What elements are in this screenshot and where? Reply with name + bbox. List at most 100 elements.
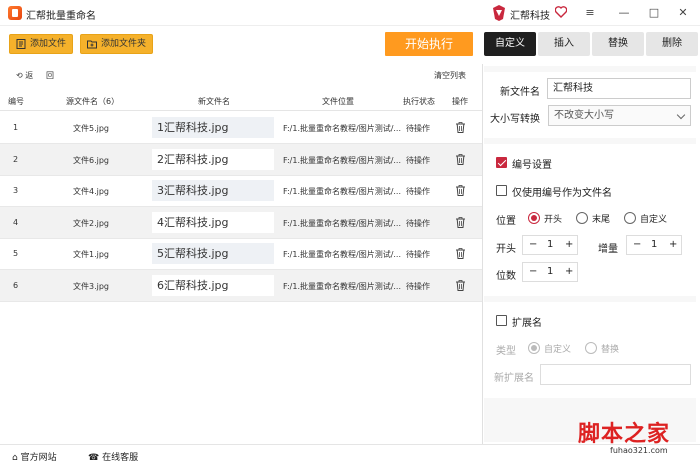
row-number: 4	[13, 217, 19, 227]
table-row[interactable]: 1 文件5.jpg 1汇帮科技.jpg F:/1.批量重命名教程/图片测试/... 待操…	[0, 112, 482, 144]
row-new-name-field[interactable]: 4汇帮科技.jpg	[152, 211, 274, 233]
digits-plus-button[interactable]: +	[565, 266, 573, 277]
app-logo-icon	[8, 6, 22, 20]
official-website-label: 官方网站	[20, 453, 57, 463]
maximize-button[interactable]: □	[646, 5, 662, 21]
row-status: 待操作	[406, 250, 430, 259]
position-end-radio[interactable]	[576, 212, 588, 224]
row-status: 待操作	[406, 155, 430, 165]
clear-list-button[interactable]: 清空列表	[434, 70, 466, 81]
trash-icon[interactable]	[456, 153, 465, 165]
trash-icon[interactable]	[456, 248, 465, 259]
row-location: F:/1.批量重命名教程/图片测试/...	[283, 187, 402, 196]
row-source-name: 文件6.jpg	[73, 155, 110, 165]
case-select[interactable]: 不改变大小写	[548, 105, 691, 126]
trash-icon[interactable]	[456, 122, 465, 133]
new-name-input[interactable]: 汇帮科技	[547, 78, 691, 99]
table-row[interactable]: 6 文件3.jpg 6汇帮科技.jpg F:/1.批量重命名教程/图片测试/... 待操…	[0, 269, 482, 302]
row-location: F:/1.批量重命名教程/图片测试/...	[283, 281, 402, 291]
start-minus-button[interactable]: −	[529, 239, 537, 250]
folder-add-icon	[87, 40, 97, 49]
row-status: 待操作	[406, 124, 430, 133]
watermark-url: fuhao321.com	[610, 446, 668, 455]
extension-checkbox[interactable]	[496, 315, 507, 326]
digits-stepper[interactable]: − 1 +	[522, 262, 578, 282]
row-source-name: 文件5.jpg	[73, 124, 110, 133]
row-location: F:/1.批量重命名教程/图片测试/...	[283, 218, 402, 228]
row-status: 待操作	[406, 281, 430, 291]
numbering-checkbox[interactable]	[496, 157, 507, 168]
online-service-label: 在线客服	[102, 453, 139, 463]
only-number-label: 仅使用编号作为文件名	[512, 188, 612, 199]
undo-button[interactable]: ⟲ 返	[16, 70, 33, 81]
row-number: 1	[13, 123, 19, 132]
increment-label: 增量	[598, 244, 618, 255]
file-add-icon	[16, 39, 26, 49]
digits-minus-button[interactable]: −	[529, 266, 537, 277]
add-folder-button[interactable]: 添加文件夹	[80, 34, 154, 54]
row-new-name-field[interactable]: 3汇帮科技.jpg	[152, 180, 274, 201]
row-number: 5	[13, 249, 19, 258]
tab-delete[interactable]: 删除	[646, 32, 698, 56]
add-folder-label: 添加文件夹	[101, 39, 147, 49]
start-execute-button[interactable]: 开始执行	[385, 32, 473, 56]
table-header: 编号 源文件名（6） 新文件名 文件位置 执行状态 操作	[0, 89, 482, 111]
row-new-name-field[interactable]: 1汇帮科技.jpg	[152, 117, 274, 138]
increment-value: 1	[651, 239, 658, 250]
trash-icon[interactable]	[456, 279, 465, 291]
increment-minus-button[interactable]: −	[633, 239, 641, 250]
official-website-link[interactable]: ⌂ 官方网站	[12, 450, 57, 463]
row-new-name-field[interactable]: 6汇帮科技.jpg	[152, 274, 274, 296]
row-source-name: 文件3.jpg	[73, 281, 110, 291]
row-location: F:/1.批量重命名教程/图片测试/...	[283, 155, 402, 165]
minimize-button[interactable]: —	[616, 5, 632, 21]
only-number-checkbox[interactable]	[496, 185, 507, 196]
type-replace-radio[interactable]	[585, 342, 597, 354]
numbering-label: 编号设置	[512, 160, 552, 171]
headset-icon: ☎	[88, 453, 100, 463]
position-custom-radio[interactable]	[624, 212, 636, 224]
add-file-button[interactable]: 添加文件	[9, 34, 74, 54]
increment-stepper[interactable]: − 1 +	[626, 235, 682, 255]
position-start-label: 开头	[544, 215, 563, 225]
row-new-name-field[interactable]: 5汇帮科技.jpg	[152, 243, 274, 264]
table-row[interactable]: 3 文件4.jpg 3汇帮科技.jpg F:/1.批量重命名教程/图片测试/... 待操…	[0, 175, 482, 207]
row-number: 6	[13, 280, 19, 290]
header-number: 编号	[8, 97, 24, 106]
position-start-radio[interactable]	[528, 212, 540, 224]
watermark-logo: 脚本之家	[578, 421, 671, 447]
header-action: 操作	[452, 97, 468, 106]
row-number: 3	[13, 186, 19, 195]
redo-button[interactable]: 回	[46, 70, 54, 81]
type-custom-radio[interactable]	[528, 342, 540, 354]
menu-button[interactable]: ≡	[582, 5, 598, 21]
trash-icon[interactable]	[456, 185, 465, 196]
type-label: 类型	[496, 346, 516, 357]
start-plus-button[interactable]: +	[565, 239, 573, 250]
tab-replace[interactable]: 替换	[592, 32, 644, 56]
new-extension-label: 新扩展名	[494, 373, 534, 384]
vip-heart-icon[interactable]	[555, 6, 567, 18]
start-label: 开头	[496, 244, 516, 255]
tab-insert[interactable]: 插入	[538, 32, 590, 56]
row-new-name-field[interactable]: 2汇帮科技.jpg	[152, 148, 274, 170]
panel-divider	[482, 64, 483, 444]
start-value: 1	[547, 239, 554, 250]
increment-plus-button[interactable]: +	[669, 239, 677, 250]
digits-label: 位数	[496, 271, 516, 282]
row-source-name: 文件2.jpg	[73, 218, 110, 228]
close-button[interactable]: ✕	[675, 5, 691, 21]
table-row[interactable]: 5 文件1.jpg 5汇帮科技.jpg F:/1.批量重命名教程/图片测试/... 待操…	[0, 238, 482, 270]
add-file-label: 添加文件	[30, 39, 67, 49]
app-title: 汇帮批量重命名	[26, 11, 96, 22]
extension-label: 扩展名	[512, 318, 542, 329]
table-row[interactable]: 2 文件6.jpg 2汇帮科技.jpg F:/1.批量重命名教程/图片测试/... 待操…	[0, 143, 482, 176]
new-extension-input[interactable]	[540, 364, 691, 385]
row-location: F:/1.批量重命名教程/图片测试/...	[283, 250, 402, 259]
table-row[interactable]: 4 文件2.jpg 4汇帮科技.jpg F:/1.批量重命名教程/图片测试/... 待操…	[0, 206, 482, 239]
tab-custom[interactable]: 自定义	[484, 32, 536, 56]
header-source-name: 源文件名（6）	[66, 97, 120, 106]
start-stepper[interactable]: − 1 +	[522, 235, 578, 255]
trash-icon[interactable]	[456, 216, 465, 228]
online-service-link[interactable]: ☎ 在线客服	[88, 450, 138, 463]
